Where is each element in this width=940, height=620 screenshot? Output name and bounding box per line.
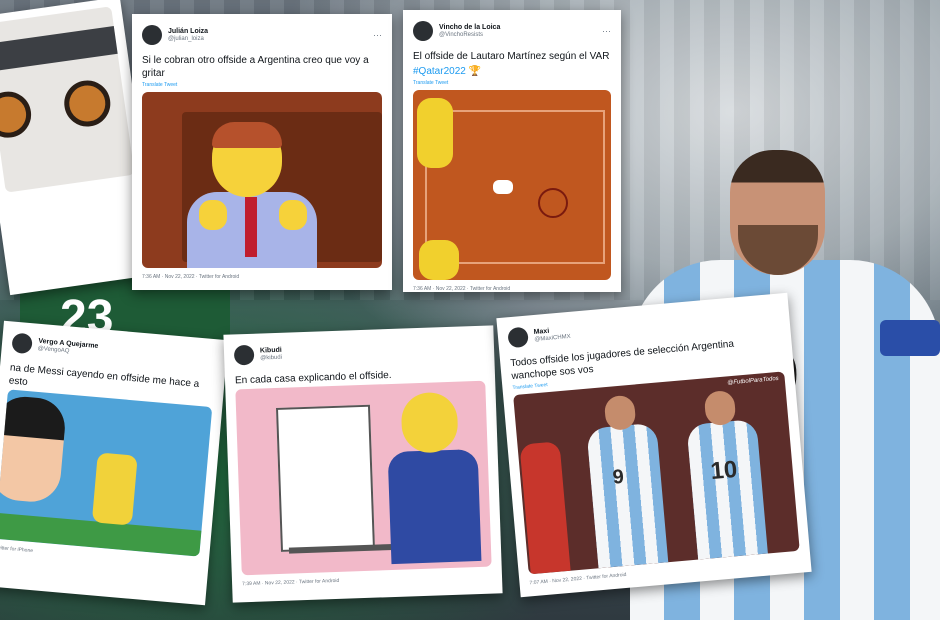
lawyer-fist-left: [199, 200, 227, 230]
tweet-header: Kibudi @kibudi: [233, 334, 485, 369]
anime-player: [91, 452, 138, 526]
cartoon-teacher: [386, 391, 482, 565]
tweet-media-simpsons-var[interactable]: [413, 90, 611, 280]
tweet-text: El offside de Lautaro Martínez según el …: [413, 51, 610, 62]
media-number-9: 9: [611, 465, 625, 489]
lawyer-fist-right: [279, 200, 307, 230]
teacher-head: [400, 391, 459, 454]
argentina-player-9: [586, 422, 669, 569]
tweet-media-anime[interactable]: [0, 389, 213, 557]
tweet-card-vengo[interactable]: Vergo A Quejarme @VengoAQ na de Messi ca…: [0, 320, 229, 606]
author-name[interactable]: Vincho de la Loica: [439, 24, 500, 31]
tweet-media-simpsons-teacher[interactable]: [235, 380, 492, 576]
media-number-10: 10: [709, 455, 739, 486]
author-handle[interactable]: @kibudi: [260, 354, 282, 361]
tweet-footer: 7:36 AM · Nov 22, 2022 · Twitter for And…: [413, 286, 511, 292]
tweet-card-kibudi[interactable]: Kibudi @kibudi En cada casa explicando e…: [223, 325, 503, 603]
tweet-footer: 7:39 AM · Nov 22, 2022 · Twitter for And…: [242, 577, 340, 588]
tweet-media-argentina-players[interactable]: 9 10 @FutbolParaTodos: [513, 371, 800, 575]
hashtag-link[interactable]: #Qatar2022: [413, 66, 466, 77]
captain-armband: [880, 320, 940, 356]
avatar[interactable]: [11, 332, 33, 355]
anime-boy-hair: [0, 394, 68, 441]
avatar[interactable]: [233, 344, 255, 366]
avatar[interactable]: [413, 21, 433, 41]
yellow-hand-bottom: [419, 240, 459, 280]
media-watermark: @FutbolParaTodos: [727, 375, 779, 387]
tweet-footer: 7:36 AM · Nov 22, 2022 · Twitter for And…: [142, 274, 240, 280]
tweet-header: Vincho de la Loica @VinchoResists ···: [413, 18, 611, 44]
drawing-easel: [275, 404, 375, 552]
trophy-icon: 🏆: [468, 66, 482, 77]
translate-link[interactable]: Translate Tweet: [413, 80, 611, 86]
avatar[interactable]: [507, 326, 529, 349]
yellow-hand-top: [417, 98, 453, 168]
white-glove: [493, 180, 513, 194]
mascot-eye-right: [61, 77, 114, 130]
translate-link[interactable]: Translate Tweet: [142, 82, 382, 88]
lawyer-hair: [212, 122, 282, 148]
lawyer-tie: [245, 197, 257, 257]
cartoon-lawyer: [187, 122, 317, 268]
mascot-eye-left: [0, 88, 35, 141]
tweet-card-julian[interactable]: Julián Loiza @julian_loiza ··· Si le cob…: [132, 14, 392, 290]
author-handle[interactable]: @julian_loiza: [168, 36, 208, 42]
spain-player: [519, 441, 571, 575]
tweet-media-mascot: [0, 6, 135, 193]
tweet-text: Si le cobran otro offside a Argentina cr…: [142, 55, 369, 79]
more-icon[interactable]: ···: [602, 26, 611, 36]
tweet-card-vincho[interactable]: Vincho de la Loica @VinchoResists ··· El…: [403, 10, 621, 292]
teacher-suit: [387, 448, 482, 565]
more-icon[interactable]: ···: [373, 30, 382, 40]
avatar[interactable]: [142, 25, 162, 45]
tweet-card-maxi[interactable]: Maxi @MaxiCHMX Todos offside los jugador…: [496, 292, 812, 598]
tweet-header: Julián Loiza @julian_loiza ···: [142, 22, 382, 48]
argentina-player-10: [686, 419, 768, 560]
tweet-media-simpsons-lawyer[interactable]: [142, 92, 382, 268]
target-mark: [538, 188, 568, 218]
author-name[interactable]: Julián Loiza: [168, 28, 208, 35]
mascot-headband: [0, 24, 128, 72]
author-handle[interactable]: @VinchoResists: [439, 32, 500, 38]
